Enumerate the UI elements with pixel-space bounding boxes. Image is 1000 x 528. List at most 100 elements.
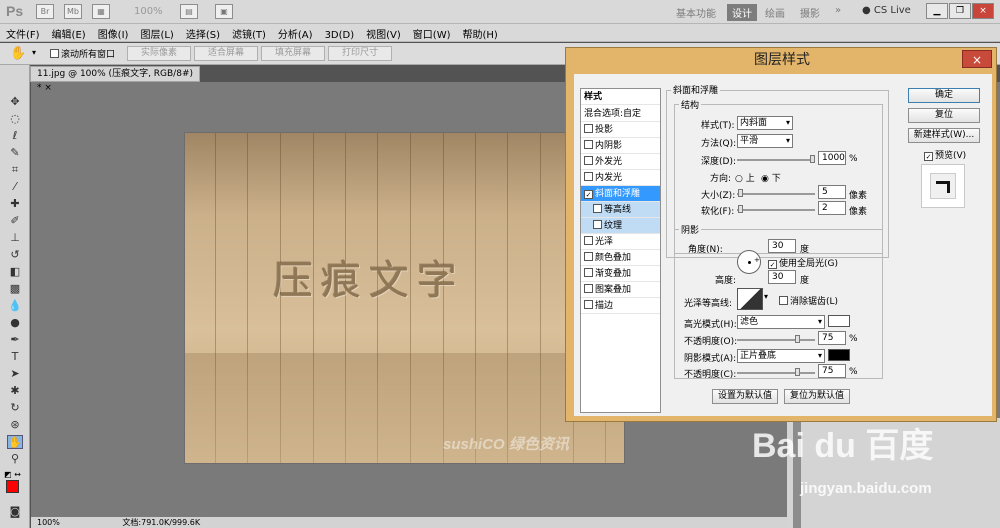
depth-slider[interactable] xyxy=(737,159,815,161)
shadow-mode-select[interactable]: 正片叠底 xyxy=(737,349,825,363)
soften-input[interactable]: 2 xyxy=(818,201,846,215)
shadow-opacity-slider[interactable] xyxy=(737,372,815,374)
eyedropper-tool-icon[interactable]: ⁄ xyxy=(7,180,23,194)
size-slider[interactable] xyxy=(737,193,815,195)
depth-slider-knob[interactable] xyxy=(810,155,815,163)
style-checkbox[interactable] xyxy=(584,172,593,181)
document-tab[interactable]: 11.jpg @ 100% (压痕文字, RGB/8#) * × xyxy=(30,66,200,93)
style-checkbox[interactable] xyxy=(584,268,593,277)
style-checkbox[interactable] xyxy=(593,220,602,229)
zoom-tool-icon[interactable]: ⚲ xyxy=(7,452,23,466)
style-satin[interactable]: 光泽 xyxy=(581,234,660,250)
style-drop-shadow[interactable]: 投影 xyxy=(581,122,660,138)
shadow-opacity-knob[interactable] xyxy=(795,368,800,376)
depth-input[interactable]: 1000 xyxy=(818,151,846,165)
marquee-tool-icon[interactable]: ◌ xyxy=(7,112,23,126)
swap-colors-icon[interactable]: ◩ ↔ xyxy=(4,470,21,479)
shadow-opacity-input[interactable]: 75 xyxy=(818,364,846,378)
menu-window[interactable]: 窗口(W) xyxy=(407,24,457,41)
brush-tool-icon[interactable]: ✐ xyxy=(7,214,23,228)
menu-analysis[interactable]: 分析(A) xyxy=(272,24,319,41)
size-input[interactable]: 5 xyxy=(818,185,846,199)
view-extras-icon[interactable]: ▦ xyxy=(92,4,110,19)
dialog-close-button[interactable]: × xyxy=(962,50,992,68)
document-image[interactable]: 压痕文字 sushiCO 绿色资讯 xyxy=(184,132,625,464)
clone-stamp-icon[interactable]: ⊥ xyxy=(7,231,23,245)
workspace-design[interactable]: 设计 xyxy=(727,4,757,21)
style-checkbox[interactable] xyxy=(584,124,593,133)
style-pattern-overlay[interactable]: 图案叠加 xyxy=(581,282,660,298)
dodge-tool-icon[interactable]: ● xyxy=(7,316,23,330)
hand-tool-icon[interactable]: ✋ xyxy=(7,435,23,449)
gloss-contour-chevron-icon[interactable]: ▾ xyxy=(764,292,768,301)
ok-button[interactable]: 确定 xyxy=(908,88,980,103)
style-stroke[interactable]: 描边 xyxy=(581,298,660,314)
workspace-more[interactable]: » xyxy=(835,5,841,16)
document-close-icon[interactable]: × xyxy=(44,83,52,93)
screen-mode-icon[interactable]: ▣ xyxy=(215,4,233,19)
antialias-checkbox[interactable]: 消除锯齿(L) xyxy=(779,294,838,307)
path-select-icon[interactable]: ➤ xyxy=(7,367,23,381)
style-bevel-emboss[interactable]: ✓ 斜面和浮雕 xyxy=(581,186,660,202)
status-zoom[interactable]: 100% xyxy=(37,518,60,527)
zoom-level[interactable]: 100% xyxy=(134,6,163,17)
highlight-opacity-knob[interactable] xyxy=(795,335,800,343)
arrange-docs-icon[interactable]: ▤ xyxy=(180,4,198,19)
style-blending-options[interactable]: 混合选项:自定 xyxy=(581,106,660,122)
healing-brush-icon[interactable]: ✚ xyxy=(7,197,23,211)
menu-help[interactable]: 帮助(H) xyxy=(457,24,504,41)
bridge-icon[interactable]: Br xyxy=(36,4,54,19)
menu-view[interactable]: 视图(V) xyxy=(360,24,407,41)
type-tool-icon[interactable]: T xyxy=(7,350,23,364)
shadow-color-swatch[interactable] xyxy=(828,349,850,361)
style-checkbox[interactable] xyxy=(584,156,593,165)
reset-button[interactable]: 复位 xyxy=(908,108,980,123)
style-color-overlay[interactable]: 颜色叠加 xyxy=(581,250,660,266)
angle-input[interactable]: 30 xyxy=(768,239,796,253)
workspace-essentials[interactable]: 基本功能 xyxy=(676,5,716,20)
cs-live[interactable]: ● CS Live xyxy=(862,5,911,16)
size-slider-knob[interactable] xyxy=(738,189,743,197)
soften-slider[interactable] xyxy=(737,209,815,211)
workspace-photography[interactable]: 摄影 xyxy=(800,5,820,20)
shape-tool-icon[interactable]: ✱ xyxy=(7,384,23,398)
gradient-tool-icon[interactable]: ▩ xyxy=(7,282,23,296)
actual-pixels-button[interactable]: 实际像素 xyxy=(127,46,191,61)
window-close-button[interactable]: × xyxy=(972,3,994,19)
style-checkbox[interactable] xyxy=(584,252,593,261)
style-contour[interactable]: 等高线 xyxy=(581,202,660,218)
highlight-color-swatch[interactable] xyxy=(828,315,850,327)
angle-dial[interactable]: + xyxy=(737,250,761,274)
quick-select-tool-icon[interactable]: ✎ xyxy=(7,146,23,160)
menu-image[interactable]: 图像(I) xyxy=(92,24,135,41)
blur-tool-icon[interactable]: 💧 xyxy=(7,299,23,313)
workspace-painting[interactable]: 绘画 xyxy=(765,5,785,20)
style-gradient-overlay[interactable]: 渐变叠加 xyxy=(581,266,660,282)
crop-tool-icon[interactable]: ⌗ xyxy=(7,163,23,177)
menu-select[interactable]: 选择(S) xyxy=(180,24,226,41)
highlight-opacity-slider[interactable] xyxy=(737,339,815,341)
style-checkbox[interactable] xyxy=(584,236,593,245)
menu-3d[interactable]: 3D(D) xyxy=(319,28,361,41)
menu-file[interactable]: 文件(F) xyxy=(0,24,46,41)
direction-up-radio[interactable]: ○ 上 xyxy=(735,171,755,184)
bevel-style-select[interactable]: 内斜面 xyxy=(737,116,793,130)
style-checkbox-checked[interactable]: ✓ xyxy=(584,190,593,199)
style-checkbox[interactable] xyxy=(584,140,593,149)
foreground-color-swatch[interactable] xyxy=(6,480,19,493)
styles-header[interactable]: 样式 xyxy=(581,89,660,105)
3d-orbit-icon[interactable]: ⊛ xyxy=(7,418,23,432)
set-default-button[interactable]: 设置为默认值 xyxy=(712,389,778,404)
tool-preset-chevron-icon[interactable]: ▾ xyxy=(32,48,36,57)
pen-tool-icon[interactable]: ✒ xyxy=(7,333,23,347)
eraser-tool-icon[interactable]: ◧ xyxy=(7,265,23,279)
new-style-button[interactable]: 新建样式(W)... xyxy=(908,128,980,143)
fill-screen-button[interactable]: 填充屏幕 xyxy=(261,46,325,61)
move-tool-icon[interactable]: ✥ xyxy=(7,95,23,109)
minibridge-icon[interactable]: Mb xyxy=(64,4,82,19)
style-inner-shadow[interactable]: 内阴影 xyxy=(581,138,660,154)
scroll-all-windows-checkbox[interactable]: 滚动所有窗口 xyxy=(50,47,115,60)
style-outer-glow[interactable]: 外发光 xyxy=(581,154,660,170)
quick-mask-icon[interactable]: ◙ xyxy=(7,505,23,519)
gloss-contour-picker[interactable] xyxy=(737,288,763,310)
